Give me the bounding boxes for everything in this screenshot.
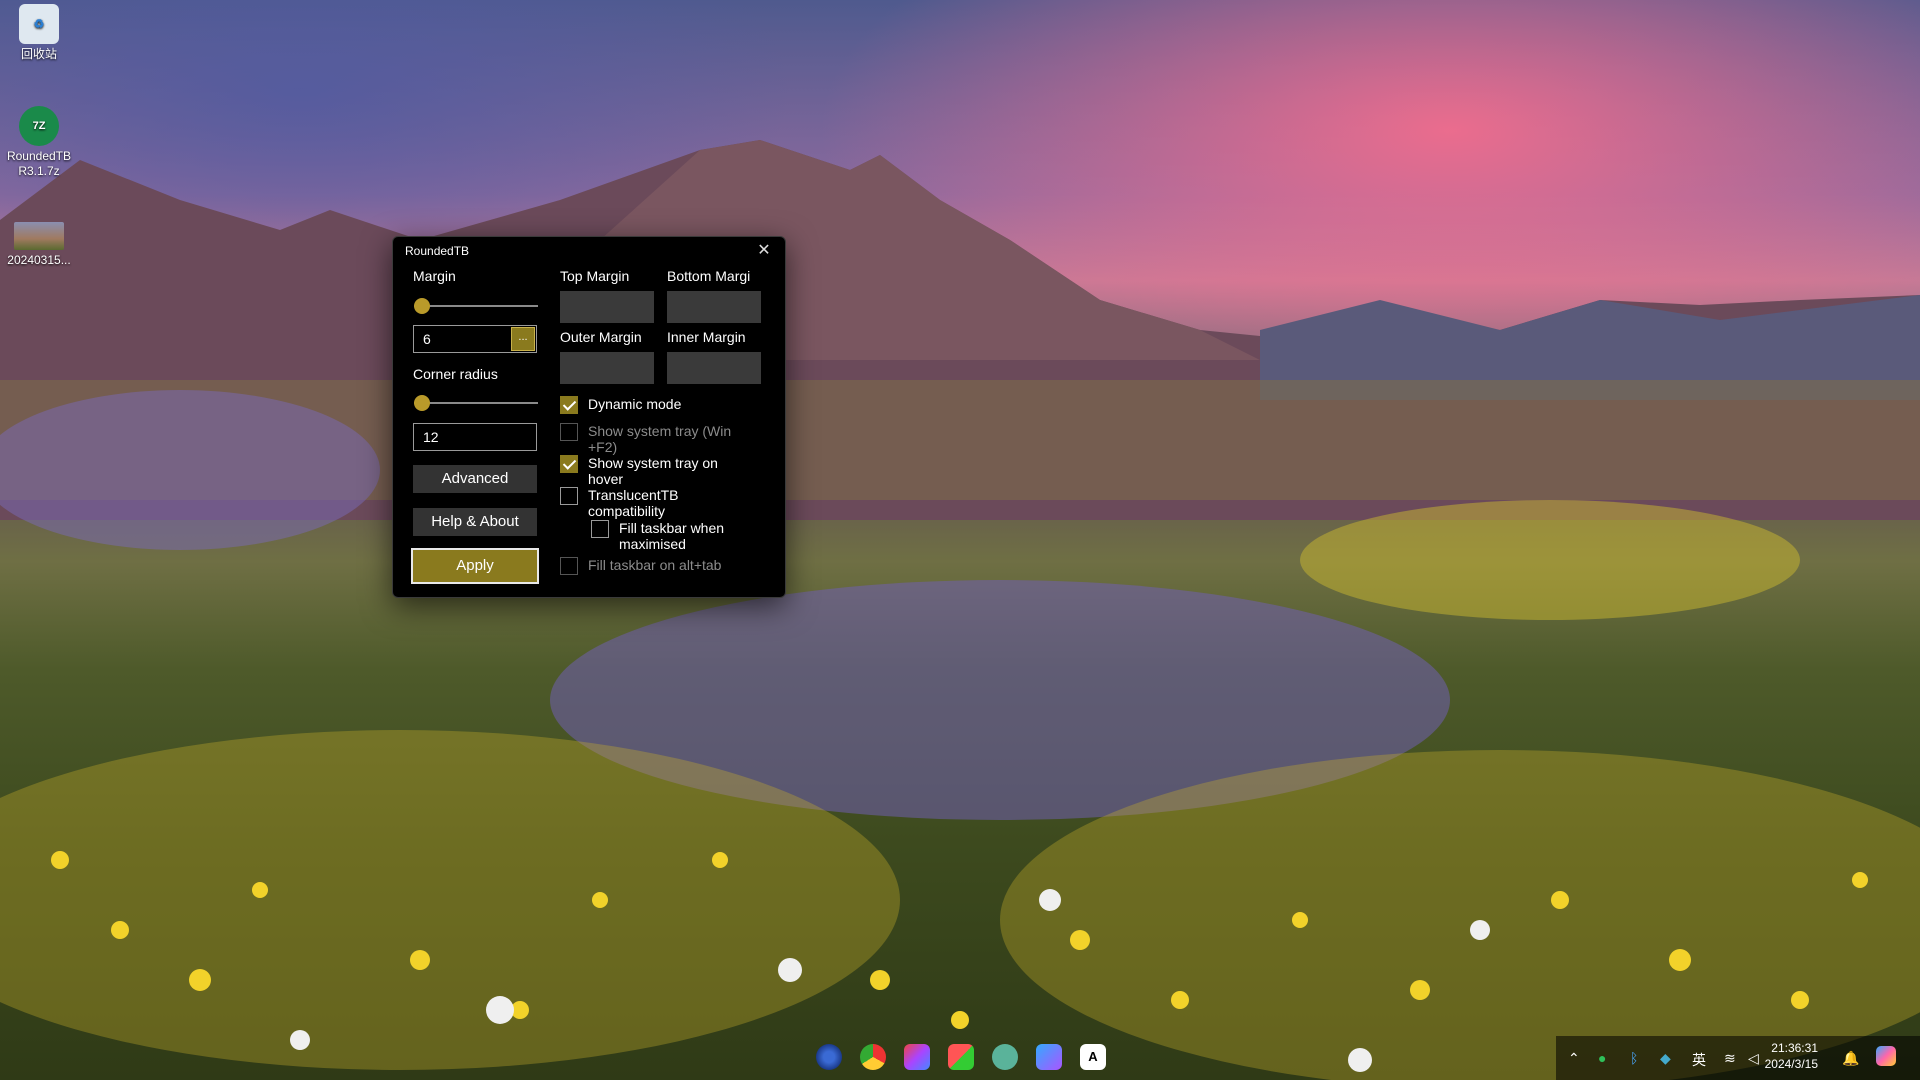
7z-badge: 7Z — [32, 120, 46, 132]
chevron-up-icon[interactable]: ⌃ — [1568, 1050, 1580, 1067]
chrome-icon[interactable] — [860, 1044, 886, 1070]
wifi-icon[interactable]: ≋ — [1724, 1050, 1736, 1067]
inner-margin-label: Inner Margin — [667, 329, 746, 345]
margin-more-button[interactable]: ... — [511, 327, 535, 351]
title-bar[interactable]: RoundedTB ✕ — [393, 237, 785, 265]
roundedtb-window: RoundedTB ✕ Margin 6 ... Corner radius 1… — [392, 236, 786, 598]
font-app-icon[interactable]: A — [1080, 1044, 1106, 1070]
margin-slider[interactable] — [414, 298, 538, 314]
inner-margin-input[interactable] — [667, 352, 761, 384]
corner-radius-slider[interactable] — [414, 395, 538, 411]
font-app-glyph: A — [1088, 1049, 1098, 1064]
copilot-icon[interactable] — [1036, 1044, 1062, 1070]
slider-thumb[interactable] — [414, 298, 430, 314]
copilot-tray-icon[interactable] — [1876, 1046, 1896, 1066]
top-margin-label: Top Margin — [560, 268, 630, 284]
desktop-icon-label: 20240315... — [7, 253, 71, 267]
wallpaper-flowers — [0, 390, 1920, 1080]
clock[interactable]: 21:36:31 2024/3/15 — [1738, 1040, 1818, 1072]
ellipsis-icon: ... — [518, 331, 528, 343]
image-thumbnail-icon — [14, 222, 64, 250]
roundedtb-archive-shortcut[interactable]: 7Z RoundedTB R3.1.7z — [0, 106, 78, 179]
desktop-icon-label: RoundedTB R3.1.7z — [6, 149, 72, 178]
show-tray-on-hover-label: Show system tray on hover — [588, 455, 718, 487]
notification-bell-icon[interactable]: 🔔 — [1842, 1050, 1859, 1067]
clock-time: 21:36:31 — [1771, 1041, 1818, 1055]
corner-radius-value: 12 — [423, 429, 439, 445]
chrome-icon[interactable] — [816, 1044, 842, 1070]
help-about-button[interactable]: Help & About — [413, 508, 537, 536]
photos-icon[interactable] — [904, 1044, 930, 1070]
dynamic-mode-checkbox[interactable] — [560, 396, 578, 414]
slider-thumb[interactable] — [414, 395, 430, 411]
fill-taskbar-maximised-label: Fill taskbar when maximised — [619, 520, 725, 552]
slider-track — [414, 305, 538, 307]
fill-taskbar-alttab-label: Fill taskbar on alt+tab — [588, 557, 722, 573]
show-system-tray-label: Show system tray (Win +F2) — [588, 423, 732, 455]
shield-icon[interactable]: ◆ — [1660, 1050, 1671, 1067]
outer-margin-input[interactable] — [560, 352, 654, 384]
desktop-icon-label: 回收站 — [20, 47, 57, 61]
7z-archive-icon: 7Z — [19, 106, 59, 146]
advanced-button[interactable]: Advanced — [413, 465, 537, 493]
outer-margin-label: Outer Margin — [560, 329, 642, 345]
fill-taskbar-maximised-checkbox[interactable] — [591, 520, 609, 538]
dynamic-mode-label: Dynamic mode — [588, 396, 682, 412]
bottom-margin-input[interactable] — [667, 291, 761, 323]
close-icon: ✕ — [757, 242, 771, 259]
clock-date: 2024/3/15 — [1764, 1057, 1818, 1071]
wechat-icon[interactable]: ● — [1598, 1050, 1606, 1066]
corner-radius-input[interactable]: 12 — [413, 423, 537, 451]
chatgpt-icon[interactable] — [992, 1044, 1018, 1070]
translucenttb-compat-checkbox[interactable] — [560, 487, 578, 505]
fill-taskbar-alttab-checkbox[interactable] — [560, 557, 578, 575]
show-system-tray-checkbox[interactable] — [560, 423, 578, 441]
corner-radius-label: Corner radius — [413, 366, 498, 382]
apply-button[interactable]: Apply — [411, 548, 539, 584]
recycle-bin-shortcut[interactable]: ♻ 回收站 — [0, 4, 78, 62]
translucenttb-compat-label: TranslucentTB compatibility — [588, 487, 679, 519]
show-tray-on-hover-checkbox[interactable] — [560, 455, 578, 473]
store-icon[interactable] — [948, 1044, 974, 1070]
image-file-shortcut[interactable]: 20240315... — [0, 222, 78, 268]
close-button[interactable]: ✕ — [751, 240, 777, 262]
margin-label: Margin — [413, 268, 456, 284]
recycle-bin-icon: ♻ — [19, 4, 59, 44]
ime-language-indicator[interactable]: 英 — [1692, 1050, 1706, 1070]
window-title: RoundedTB — [405, 244, 470, 258]
top-margin-input[interactable] — [560, 291, 654, 323]
bottom-margin-label: Bottom Margi — [667, 268, 751, 284]
slider-track — [414, 402, 538, 404]
margin-value: 6 — [423, 331, 431, 347]
bluetooth-icon[interactable]: ᛒ — [1630, 1050, 1638, 1066]
